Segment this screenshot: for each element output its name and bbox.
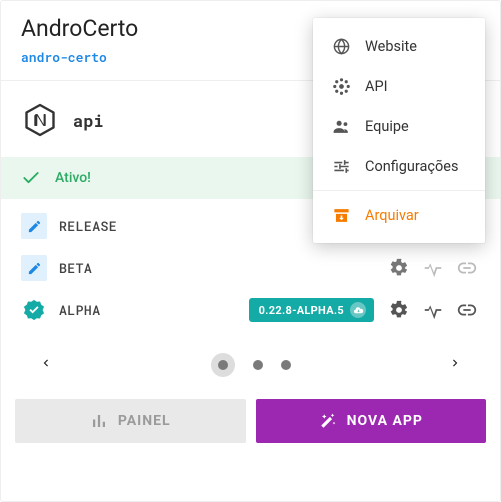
menu-item-archive[interactable]: Arquivar [313, 195, 485, 235]
api-icon [331, 76, 351, 96]
new-app-button[interactable]: NOVA APP [256, 399, 487, 443]
app-name: api [73, 109, 104, 132]
check-icon [21, 168, 41, 188]
bar-chart-icon [90, 412, 108, 430]
panel-button-label: PAINEL [118, 413, 171, 429]
menu-divider [313, 190, 485, 191]
environment-row: BETA [1, 247, 500, 289]
status-label: Ativo! [55, 170, 91, 186]
cloud-download-icon [350, 302, 366, 318]
gear-icon[interactable] [386, 255, 412, 281]
globe-icon [331, 36, 351, 56]
magic-wand-icon [319, 412, 337, 430]
menu-label: Equipe [365, 118, 409, 135]
menu-item-api[interactable]: API [313, 66, 485, 106]
health-icon [420, 255, 446, 281]
menu-item-website[interactable]: Website [313, 26, 485, 66]
version-text: 0.22.8-ALPHA.5 [259, 304, 344, 317]
archive-icon [331, 205, 351, 225]
menu-item-team[interactable]: Equipe [313, 106, 485, 146]
menu-label: API [365, 78, 388, 95]
verified-icon[interactable] [21, 297, 47, 323]
tune-icon [331, 156, 351, 176]
menu-label: Website [365, 38, 417, 55]
environment-actions [386, 297, 480, 323]
context-menu: Website API Equipe Configurações Arquiva… [313, 18, 485, 243]
environment-actions [386, 255, 480, 281]
environment-name: BETA [59, 259, 92, 277]
page-dot[interactable] [211, 353, 235, 377]
menu-label: Configurações [365, 158, 458, 175]
team-icon [331, 116, 351, 136]
panel-button[interactable]: PAINEL [15, 399, 246, 443]
menu-item-settings[interactable]: Configurações [313, 146, 485, 186]
pencil-icon[interactable] [21, 213, 47, 239]
version-chip[interactable]: 0.22.8-ALPHA.5 [249, 298, 374, 322]
page-dot[interactable] [281, 360, 291, 370]
link-icon [454, 255, 480, 281]
footer: PAINEL NOVA APP [1, 389, 500, 457]
environment-row: ALPHA 0.22.8-ALPHA.5 [1, 289, 500, 331]
chevron-left-icon[interactable] [31, 348, 61, 378]
page-dot[interactable] [253, 360, 263, 370]
environment-name: ALPHA [59, 301, 101, 319]
environment-name: RELEASE [59, 217, 117, 235]
pencil-icon[interactable] [21, 255, 47, 281]
health-icon[interactable] [420, 297, 446, 323]
chevron-right-icon[interactable] [440, 348, 470, 378]
pager [1, 337, 500, 389]
new-app-button-label: NOVA APP [347, 413, 423, 429]
gear-icon[interactable] [386, 297, 412, 323]
nodejs-icon [21, 101, 59, 139]
menu-label: Arquivar [365, 207, 419, 224]
link-icon[interactable] [454, 297, 480, 323]
